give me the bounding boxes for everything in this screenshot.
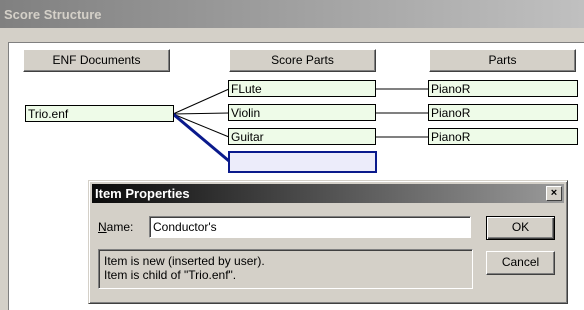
window-title-bar: Score Structure: [0, 0, 584, 28]
info-line: Item is new (inserted by user).: [104, 254, 265, 268]
part-node[interactable]: PianoR: [428, 80, 578, 97]
enf-document-label: Trio.enf: [28, 107, 69, 121]
score-part-node[interactable]: Guitar: [228, 128, 376, 145]
info-line: Item is child of "Trio.enf".: [104, 268, 237, 282]
part-label: PianoR: [431, 106, 471, 120]
part-label: PianoR: [431, 82, 471, 96]
item-properties-dialog: Item Properties × Name: Item is new (ins…: [88, 180, 568, 304]
close-icon[interactable]: ×: [546, 186, 562, 201]
connector-line-selected: [172, 112, 230, 163]
ok-button[interactable]: OK: [486, 216, 555, 240]
dialog-title-bar: Item Properties ×: [92, 184, 564, 203]
part-node[interactable]: PianoR: [428, 104, 578, 121]
score-part-label: Violin: [231, 106, 261, 120]
score-part-label: Guitar: [231, 130, 264, 144]
score-part-node-new[interactable]: [228, 151, 377, 173]
connector-line: [172, 113, 230, 138]
part-node[interactable]: PianoR: [428, 128, 578, 145]
name-label-accelerator: N: [98, 220, 107, 234]
item-info-box: Item is new (inserted by user). Item is …: [98, 249, 473, 289]
cancel-button[interactable]: Cancel: [486, 251, 555, 275]
score-part-node[interactable]: Violin: [228, 104, 376, 121]
window-title: Score Structure: [4, 7, 102, 22]
name-label-rest: ame:: [106, 220, 134, 234]
score-part-node[interactable]: FLute: [228, 80, 376, 97]
enf-document-node[interactable]: Trio.enf: [25, 105, 174, 122]
part-label: PianoR: [431, 130, 471, 144]
score-part-label: FLute: [231, 82, 262, 96]
name-field-label: Name:: [98, 220, 133, 234]
name-input[interactable]: [149, 216, 471, 238]
connector-line: [172, 88, 230, 115]
dialog-title: Item Properties: [95, 186, 190, 201]
connector-line: [172, 112, 230, 115]
